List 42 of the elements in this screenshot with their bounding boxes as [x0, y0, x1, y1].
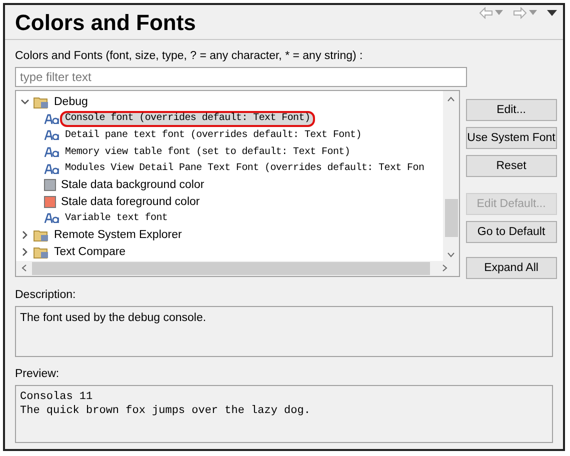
font-icon: [44, 130, 60, 140]
action-button[interactable]: Use System Font: [466, 127, 557, 149]
font-icon: [44, 114, 60, 124]
action-button[interactable]: Edit...: [466, 99, 557, 121]
font-icon: [44, 213, 60, 224]
description-text: The font used by the debug console.: [20, 311, 208, 326]
preview-text: The quick brown fox jumps over the lazy dog.: [20, 404, 312, 418]
preview-text: Consolas 11: [20, 390, 94, 404]
action-button[interactable]: Expand All: [466, 257, 557, 279]
font-icon: [44, 147, 60, 158]
scrollbar-thumb[interactable]: [444, 199, 458, 237]
tree-item[interactable]: Variable text font: [60, 210, 173, 227]
tree-folder[interactable]: Debug: [49, 94, 93, 111]
description-label: Description:: [15, 288, 77, 303]
scroll-left-icon[interactable]: [21, 264, 27, 272]
scroll-right-icon[interactable]: [442, 264, 448, 272]
filter-field[interactable]: type filter text: [15, 67, 467, 87]
tree-folder[interactable]: Remote System Explorer: [49, 226, 187, 244]
page-title: Colors and Fonts: [15, 9, 196, 37]
scroll-down-icon[interactable]: [446, 252, 455, 258]
action-button[interactable]: Reset: [466, 155, 557, 177]
tree-item[interactable]: Stale data foreground color: [56, 194, 205, 210]
folder-icon: [33, 244, 49, 259]
expand-chevron-icon[interactable]: [20, 230, 30, 240]
tree-item[interactable]: Detail pane text font (overrides default: Text Font): [60, 127, 366, 144]
tree-item[interactable]: Console font (overrides default: Text Font): [60, 110, 316, 128]
preview-label: Preview:: [15, 367, 60, 382]
menu-caret-icon[interactable]: [547, 10, 557, 16]
tree-folder[interactable]: Text Compare: [49, 243, 131, 260]
action-button[interactable]: Go to Default: [466, 221, 557, 243]
tree-item[interactable]: Stale data background color: [56, 177, 210, 194]
filter-label: Colors and Fonts (font, size, type, ? = any character, * = any string) :: [15, 49, 364, 64]
horizontal-scrollbar[interactable]: [16, 261, 459, 276]
scroll-up-icon[interactable]: [446, 96, 455, 102]
tree-item[interactable]: Memory view table font (set to default: Text Font): [60, 144, 356, 160]
font-icon: [44, 164, 60, 174]
scrollbar-thumb[interactable]: [32, 262, 430, 275]
folder-icon: [33, 95, 49, 110]
folder-icon: [33, 228, 49, 242]
expand-chevron-icon[interactable]: [20, 246, 30, 257]
tree-item[interactable]: Modules View Detail Pane Text Font (overrides default: Text Fon: [60, 160, 430, 177]
vertical-scrollbar[interactable]: [442, 91, 459, 262]
